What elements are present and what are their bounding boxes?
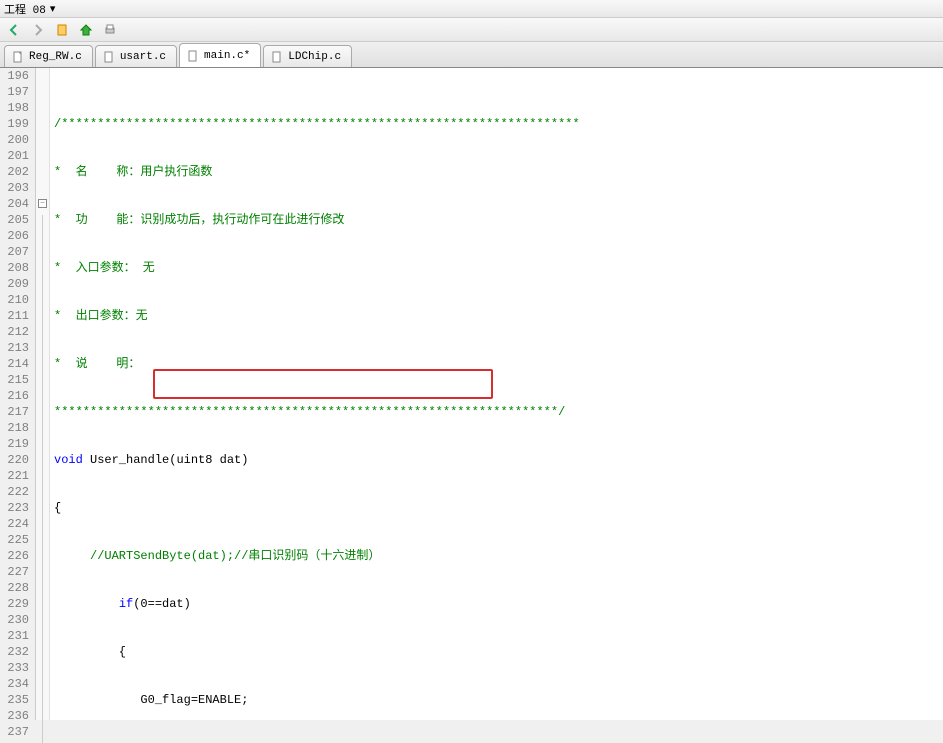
comment: * 名 称：用户执行函数 <box>54 165 212 179</box>
comment: * 功 能：识别成功后，执行动作可在此进行修改 <box>54 213 344 227</box>
line-number: 210 <box>2 292 29 308</box>
fold-column: − <box>36 68 50 720</box>
file-icon <box>186 49 200 63</box>
line-number: 211 <box>2 308 29 324</box>
tab-usart[interactable]: usart.c <box>95 45 177 67</box>
fold-toggle-icon[interactable]: − <box>38 199 47 208</box>
line-number: 215 <box>2 372 29 388</box>
line-number: 216 <box>2 388 29 404</box>
tab-main[interactable]: main.c* <box>179 43 261 67</box>
line-gutter: 1961971981992002012022032042052062072082… <box>0 68 36 720</box>
file-icon <box>11 50 25 64</box>
bookmark-icon[interactable] <box>52 20 72 40</box>
line-number: 226 <box>2 548 29 564</box>
line-number: 213 <box>2 340 29 356</box>
dropdown-icon[interactable]: ▾ <box>50 2 56 16</box>
line-number: 222 <box>2 484 29 500</box>
comment: ****************************************… <box>54 405 565 419</box>
line-number: 229 <box>2 596 29 612</box>
comment: * 出口参数：无 <box>54 309 148 323</box>
line-number: 227 <box>2 564 29 580</box>
line-number: 218 <box>2 420 29 436</box>
line-number: 204 <box>2 196 29 212</box>
line-number: 219 <box>2 436 29 452</box>
line-number: 196 <box>2 68 29 84</box>
line-number: 214 <box>2 356 29 372</box>
line-number: 223 <box>2 500 29 516</box>
line-number: 217 <box>2 404 29 420</box>
line-number: 197 <box>2 84 29 100</box>
line-number: 202 <box>2 164 29 180</box>
line-number: 200 <box>2 132 29 148</box>
tab-label: LDChip.c <box>288 51 341 63</box>
print-icon[interactable] <box>100 20 120 40</box>
code-area[interactable]: /***************************************… <box>50 68 943 720</box>
project-label: 工程 08 <box>4 1 46 17</box>
file-icon <box>270 50 284 64</box>
line-number: 201 <box>2 148 29 164</box>
line-number: 224 <box>2 516 29 532</box>
tab-label: usart.c <box>120 51 166 63</box>
tab-label: main.c* <box>204 50 250 62</box>
line-number: 236 <box>2 708 29 724</box>
keyword: void <box>54 453 83 467</box>
line-number: 233 <box>2 660 29 676</box>
forward-icon[interactable] <box>28 20 48 40</box>
editor-tabs: Reg_RW.c usart.c main.c* LDChip.c <box>0 42 943 68</box>
line-number: 209 <box>2 276 29 292</box>
highlight-annotation <box>153 369 493 399</box>
line-number: 212 <box>2 324 29 340</box>
comment: /***************************************… <box>54 117 580 131</box>
line-number: 230 <box>2 612 29 628</box>
line-number: 198 <box>2 100 29 116</box>
comment: * 说 明： <box>54 357 140 371</box>
line-number: 221 <box>2 468 29 484</box>
top-info-bar: 工程 08 ▾ <box>0 0 943 18</box>
line-number: 231 <box>2 628 29 644</box>
line-number: 232 <box>2 644 29 660</box>
line-number: 206 <box>2 228 29 244</box>
line-number: 228 <box>2 580 29 596</box>
back-icon[interactable] <box>4 20 24 40</box>
editor[interactable]: 1961971981992002012022032042052062072082… <box>0 68 943 720</box>
line-number: 203 <box>2 180 29 196</box>
toolbar <box>0 18 943 42</box>
line-number: 207 <box>2 244 29 260</box>
line-number: 234 <box>2 676 29 692</box>
line-number: 220 <box>2 452 29 468</box>
tab-label: Reg_RW.c <box>29 51 82 63</box>
home-icon[interactable] <box>76 20 96 40</box>
line-number: 208 <box>2 260 29 276</box>
tab-reg-rw[interactable]: Reg_RW.c <box>4 45 93 67</box>
line-number: 235 <box>2 692 29 708</box>
line-number: 225 <box>2 532 29 548</box>
comment: * 入口参数： 无 <box>54 261 155 275</box>
line-number: 205 <box>2 212 29 228</box>
line-number: 237 <box>2 724 29 740</box>
file-icon <box>102 50 116 64</box>
line-number: 199 <box>2 116 29 132</box>
tab-ldchip[interactable]: LDChip.c <box>263 45 352 67</box>
